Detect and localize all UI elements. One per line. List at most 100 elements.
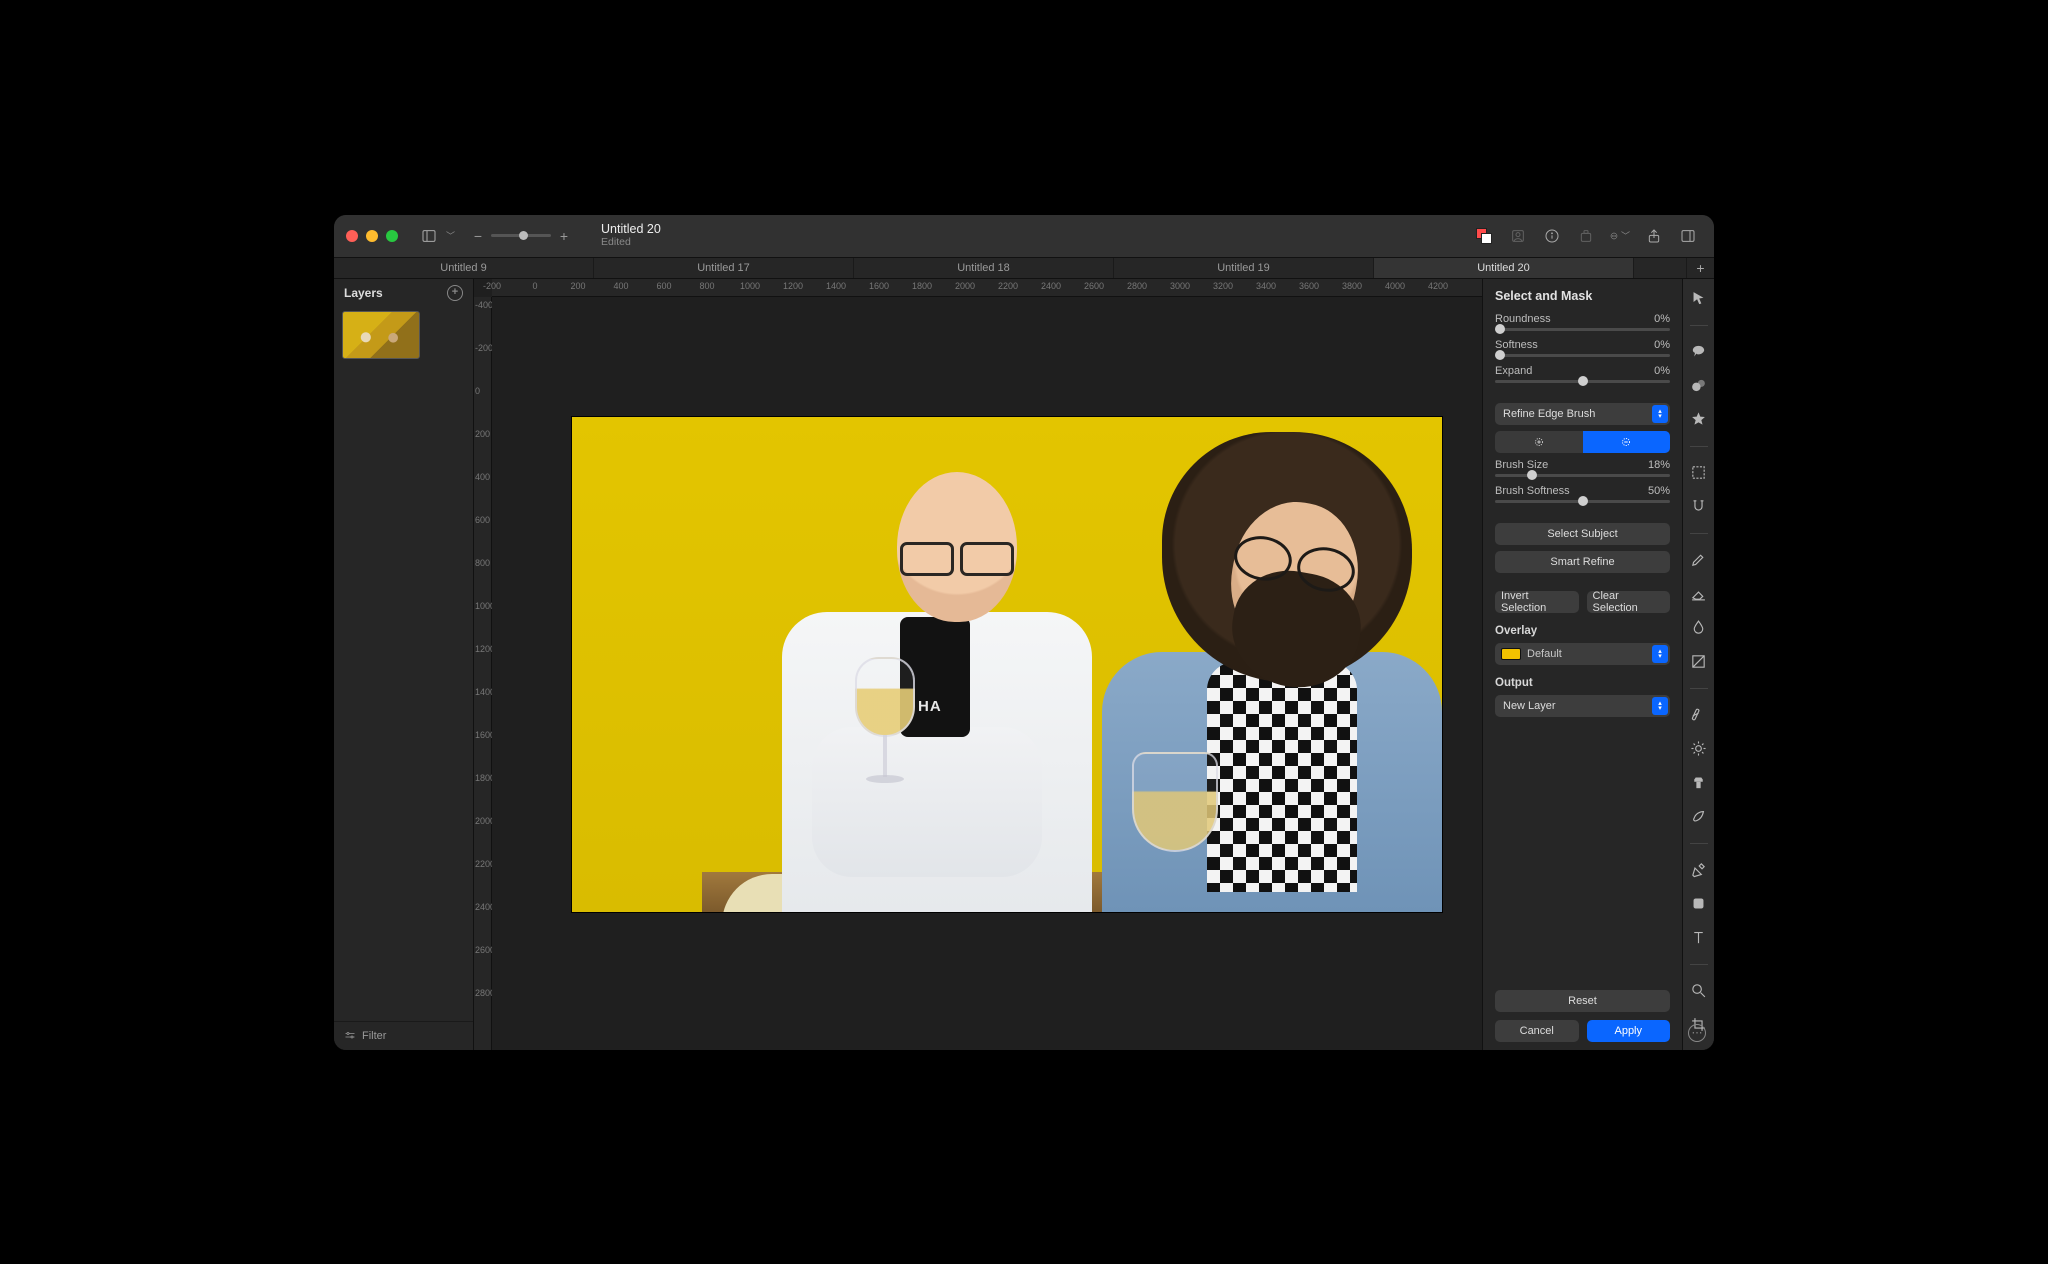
brush-size-control: Brush Size 18% xyxy=(1495,459,1670,477)
zoom-tool[interactable] xyxy=(1689,981,1709,1001)
separator xyxy=(1690,325,1708,326)
zoom-in-button[interactable]: + xyxy=(557,228,571,244)
tab-untitled-19[interactable]: Untitled 19 xyxy=(1114,258,1374,278)
smudge-tool[interactable] xyxy=(1689,807,1709,827)
new-tab-button[interactable]: + xyxy=(1686,258,1714,278)
brush-mode-value: Refine Edge Brush xyxy=(1503,408,1595,420)
panel-options-button[interactable]: ⋯ xyxy=(1688,1024,1706,1042)
lighten-tool[interactable] xyxy=(1689,739,1709,759)
arrow-tool[interactable] xyxy=(1689,289,1709,309)
brush-size-slider[interactable] xyxy=(1495,474,1670,477)
expand-control: Expand 0% xyxy=(1495,365,1670,383)
brush-add-option[interactable] xyxy=(1495,431,1583,453)
type-tool[interactable] xyxy=(1689,928,1709,948)
select-subject-button[interactable]: Select Subject xyxy=(1495,523,1670,545)
zoom-out-button[interactable]: − xyxy=(471,228,485,244)
inspector-toggle-button[interactable] xyxy=(1678,226,1698,246)
titlebar: ﹀ − + Untitled 20 Edited ﹀ xyxy=(334,215,1714,257)
invert-selection-button[interactable]: Invert Selection xyxy=(1495,591,1579,613)
gradient-tool[interactable] xyxy=(1689,652,1709,672)
panel-title: Select and Mask xyxy=(1495,289,1670,303)
color-swatch-button[interactable] xyxy=(1474,226,1494,246)
layers-panel: Layers + Filter xyxy=(334,279,474,1050)
output-section-label: Output xyxy=(1495,677,1670,689)
minimize-window-button[interactable] xyxy=(366,230,378,242)
layer-thumbnail[interactable] xyxy=(342,311,420,359)
softness-label: Softness xyxy=(1495,339,1538,351)
overlay-select[interactable]: Default ▴▾ xyxy=(1495,643,1670,665)
brush-subtract-option[interactable] xyxy=(1583,431,1671,453)
erase-tool[interactable] xyxy=(1689,584,1709,604)
document-status: Edited xyxy=(601,237,661,249)
image-canvas[interactable] xyxy=(572,417,1442,912)
smart-refine-button[interactable]: Smart Refine xyxy=(1495,551,1670,573)
separator xyxy=(1690,843,1708,844)
document-title-group: Untitled 20 Edited xyxy=(601,223,661,248)
brush-softness-label: Brush Softness xyxy=(1495,485,1570,497)
select-and-mask-panel: Select and Mask Roundness0% Softness0% E… xyxy=(1482,279,1682,1050)
reset-button[interactable]: Reset xyxy=(1495,990,1670,1012)
photo-person-left xyxy=(782,457,1092,912)
photo-person-right xyxy=(1092,432,1442,912)
sidebar-toggle-button[interactable] xyxy=(418,225,440,247)
output-select[interactable]: New Layer ▴▾ xyxy=(1495,695,1670,717)
window-controls xyxy=(346,230,398,242)
layers-panel-header: Layers + xyxy=(334,279,473,307)
expand-slider[interactable] xyxy=(1495,380,1670,383)
person-crop-button[interactable] xyxy=(1508,226,1528,246)
extensions-button[interactable] xyxy=(1576,226,1596,246)
canvas-viewport[interactable] xyxy=(492,297,1482,1050)
tab-untitled-9[interactable]: Untitled 9 xyxy=(334,258,594,278)
document-tabs: Untitled 9 Untitled 17 Untitled 18 Untit… xyxy=(334,257,1714,279)
vertical-ruler[interactable]: -400-20002004006008001000120014001600180… xyxy=(474,297,492,1050)
info-button[interactable] xyxy=(1542,226,1562,246)
paint-tool[interactable] xyxy=(1689,550,1709,570)
brush-softness-slider[interactable] xyxy=(1495,500,1670,503)
layers-filter-button[interactable]: Filter xyxy=(334,1021,473,1050)
zoom-slider[interactable] xyxy=(491,234,551,237)
repair-tool[interactable] xyxy=(1689,705,1709,725)
output-value: New Layer xyxy=(1503,700,1556,712)
select-arrows-icon: ▴▾ xyxy=(1652,405,1668,423)
add-layer-button[interactable]: + xyxy=(447,285,463,301)
fill-tool[interactable] xyxy=(1689,618,1709,638)
brush-mode-select[interactable]: Refine Edge Brush ▴▾ xyxy=(1495,403,1670,425)
fullscreen-window-button[interactable] xyxy=(386,230,398,242)
apply-button[interactable]: Apply xyxy=(1587,1020,1671,1042)
pen-tool[interactable] xyxy=(1689,860,1709,880)
separator xyxy=(1690,446,1708,447)
magnetic-select-tool[interactable] xyxy=(1689,497,1709,517)
softness-value: 0% xyxy=(1654,339,1670,351)
separator xyxy=(1690,964,1708,965)
main-body: Layers + Filter -20002004006008001000120… xyxy=(334,279,1714,1050)
clear-selection-button[interactable]: Clear Selection xyxy=(1587,591,1671,613)
layers-panel-title: Layers xyxy=(344,286,383,300)
separator xyxy=(1690,688,1708,689)
expand-value: 0% xyxy=(1654,365,1670,377)
cancel-button[interactable]: Cancel xyxy=(1495,1020,1579,1042)
separator xyxy=(1690,533,1708,534)
share-button[interactable] xyxy=(1644,226,1664,246)
horizontal-ruler[interactable]: -200020040060080010001200140016001800200… xyxy=(492,279,1482,297)
color-select-tool[interactable] xyxy=(1689,376,1709,396)
expand-label: Expand xyxy=(1495,365,1532,377)
shape-tool[interactable] xyxy=(1689,894,1709,914)
clone-tool[interactable] xyxy=(1689,773,1709,793)
quick-select-tool[interactable] xyxy=(1689,410,1709,430)
softness-slider[interactable] xyxy=(1495,354,1670,357)
more-menu-button[interactable]: ﹀ xyxy=(1610,226,1630,246)
brush-size-value: 18% xyxy=(1648,459,1670,471)
tab-untitled-18[interactable]: Untitled 18 xyxy=(854,258,1114,278)
brush-add-subtract-segment[interactable] xyxy=(1495,431,1670,453)
softness-control: Softness 0% xyxy=(1495,339,1670,357)
close-window-button[interactable] xyxy=(346,230,358,242)
brush-size-label: Brush Size xyxy=(1495,459,1548,471)
tab-untitled-17[interactable]: Untitled 17 xyxy=(594,258,854,278)
tab-untitled-20[interactable]: Untitled 20 xyxy=(1374,258,1634,278)
filter-icon xyxy=(344,1030,356,1042)
marquee-tool[interactable] xyxy=(1689,463,1709,483)
overlay-section-label: Overlay xyxy=(1495,625,1670,637)
sidebar-menu-chevron-icon[interactable]: ﹀ xyxy=(446,229,455,242)
freeform-select-tool[interactable] xyxy=(1689,342,1709,362)
roundness-slider[interactable] xyxy=(1495,328,1670,331)
